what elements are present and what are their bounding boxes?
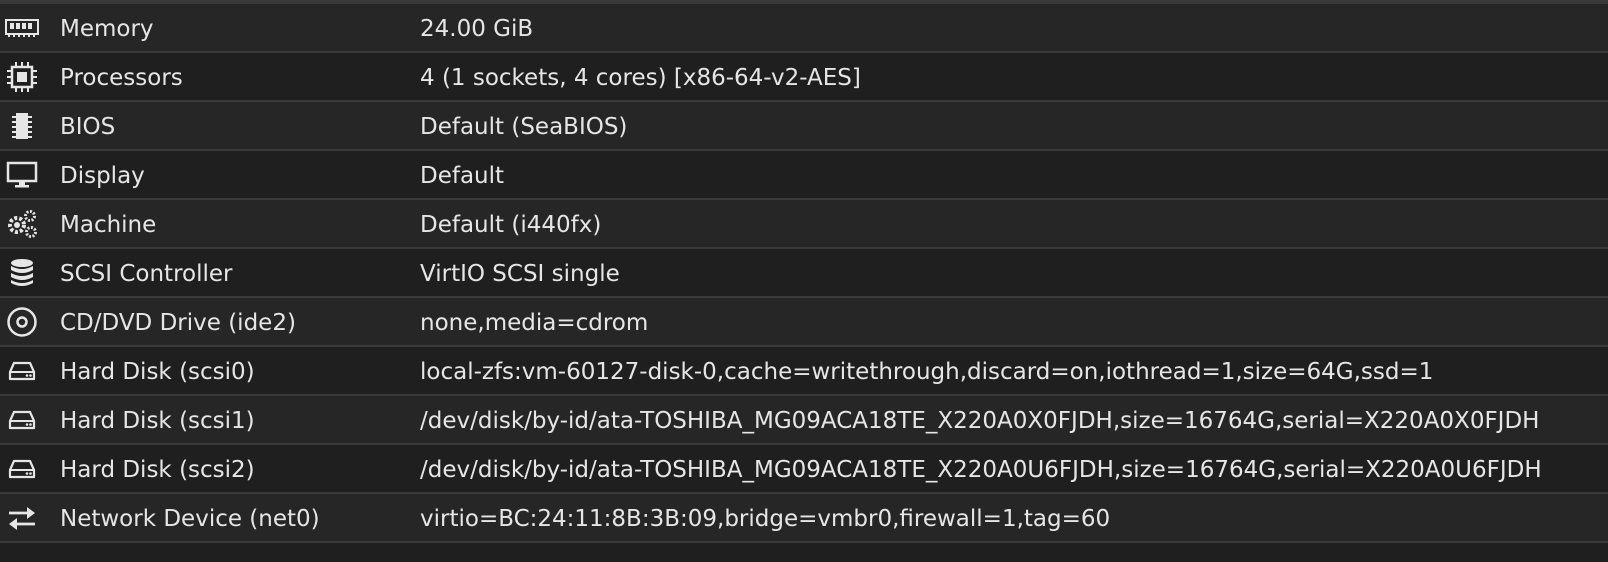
hardware-row-hard-disk-scsi2[interactable]: Hard Disk (scsi2) /dev/disk/by-id/ata-TO… (0, 445, 1608, 494)
row-label: Machine (60, 211, 157, 238)
row-value: /dev/disk/by-id/ata-TOSHIBA_MG09ACA18TE_… (420, 407, 1540, 434)
row-label: Processors (60, 64, 183, 91)
hardware-row-hard-disk-scsi1[interactable]: Hard Disk (scsi1) /dev/disk/by-id/ata-TO… (0, 396, 1608, 445)
row-value: Default (i440fx) (420, 211, 602, 238)
row-value: VirtIO SCSI single (420, 260, 620, 287)
hardware-row-scsi-controller[interactable]: SCSI Controller VirtIO SCSI single (0, 249, 1608, 298)
hardware-row-hard-disk-scsi0[interactable]: Hard Disk (scsi0) local-zfs:vm-60127-dis… (0, 347, 1608, 396)
hardware-row-memory[interactable]: Memory 24.00 GiB (0, 4, 1608, 53)
row-value: none,media=cdrom (420, 309, 649, 336)
row-value: 24.00 GiB (420, 15, 534, 42)
row-value: Default (SeaBIOS) (420, 113, 628, 140)
row-label: Hard Disk (scsi1) (60, 407, 255, 434)
monitor-icon (4, 157, 40, 193)
hardware-row-cd-dvd-drive[interactable]: CD/DVD Drive (ide2) none,media=cdrom (0, 298, 1608, 347)
exchange-arrows-icon (4, 500, 40, 536)
row-label: Network Device (net0) (60, 505, 320, 532)
row-label: Hard Disk (scsi2) (60, 456, 255, 483)
row-label: Hard Disk (scsi0) (60, 358, 255, 385)
row-value: virtio=BC:24:11:8B:3B:09,bridge=vmbr0,fi… (420, 505, 1111, 532)
row-label: CD/DVD Drive (ide2) (60, 309, 296, 336)
hardware-row-display[interactable]: Display Default (0, 151, 1608, 200)
database-icon (4, 255, 40, 291)
hardware-table: Memory 24.00 GiB Processors 4 (1 sockets… (0, 0, 1608, 562)
bios-chip-icon (4, 108, 40, 144)
cpu-icon (4, 59, 40, 95)
row-value: /dev/disk/by-id/ata-TOSHIBA_MG09ACA18TE_… (420, 456, 1542, 483)
hardware-row-processors[interactable]: Processors 4 (1 sockets, 4 cores) [x86-6… (0, 53, 1608, 102)
row-label: BIOS (60, 113, 116, 140)
row-value: Default (420, 162, 505, 189)
hard-disk-icon (4, 451, 40, 487)
row-value: 4 (1 sockets, 4 cores) [x86-64-v2-AES] (420, 64, 861, 91)
hardware-row-machine[interactable]: Machine Default (i440fx) (0, 200, 1608, 249)
hardware-row-bios[interactable]: BIOS Default (SeaBIOS) (0, 102, 1608, 151)
row-label: SCSI Controller (60, 260, 233, 287)
row-label: Display (60, 162, 145, 189)
hard-disk-icon (4, 402, 40, 438)
row-value: local-zfs:vm-60127-disk-0,cache=writethr… (420, 358, 1434, 385)
cd-icon (4, 304, 40, 340)
hardware-row-network-device[interactable]: Network Device (net0) virtio=BC:24:11:8B… (0, 494, 1608, 543)
hard-disk-icon (4, 353, 40, 389)
gears-icon (4, 206, 40, 242)
memory-icon (4, 10, 40, 46)
row-label: Memory (60, 15, 154, 42)
